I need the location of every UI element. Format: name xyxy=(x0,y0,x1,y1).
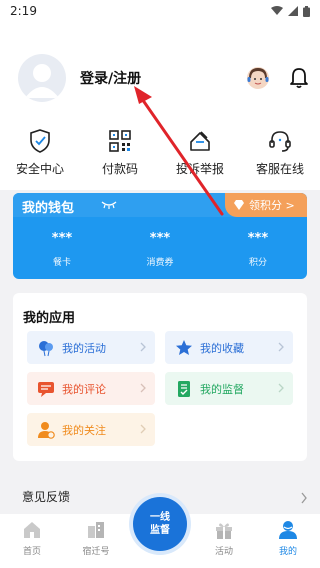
center-button-line1: 一线 xyxy=(150,512,170,523)
wallet-title: 我的钱包 xyxy=(22,201,75,216)
app-label: 我的活动 xyxy=(62,341,106,355)
wallet-coupons[interactable]: *** 消费券 xyxy=(111,223,209,268)
wallet-points[interactable]: *** 积分 xyxy=(209,223,307,268)
wallet-label: 积分 xyxy=(248,258,267,268)
nav-label: 宿迁号 xyxy=(82,547,110,557)
chevron-right-icon xyxy=(140,424,146,434)
chevron-right-icon xyxy=(140,383,146,393)
feedback-label: 意见反馈 xyxy=(22,490,71,504)
wallet-card[interactable]: 我的钱包 领积分 > *** 餐卡 *** 消费券 *** 积分 xyxy=(13,193,307,279)
bell-icon[interactable] xyxy=(289,67,309,89)
center-button-line2: 监督 xyxy=(150,525,170,536)
app-my-activities[interactable]: 我的活动 xyxy=(27,331,155,364)
shield-check-icon xyxy=(30,129,50,153)
chevron-right-icon xyxy=(278,383,284,393)
quick-actions-row: 安全中心 付款码 投诉举报 客服在线 xyxy=(0,126,320,186)
apps-title: 我的应用 xyxy=(23,311,76,326)
complaint-icon xyxy=(190,131,210,151)
app-my-comments[interactable]: 我的评论 xyxy=(27,372,155,405)
nav-suqian[interactable]: 宿迁号 xyxy=(64,514,128,568)
diamond-icon xyxy=(234,200,244,210)
user-follow-icon xyxy=(38,421,55,439)
quick-action-customer-service[interactable]: 客服在线 xyxy=(240,126,320,186)
app-label: 我的收藏 xyxy=(200,341,244,355)
eye-closed-icon[interactable] xyxy=(101,200,117,210)
nav-label: 活动 xyxy=(214,547,233,557)
nav-home[interactable]: 首页 xyxy=(0,514,64,568)
app-my-favorites[interactable]: 我的收藏 xyxy=(165,331,293,364)
quick-action-label: 客服在线 xyxy=(255,162,304,176)
headset-icon xyxy=(269,131,291,152)
app-my-supervision[interactable]: 我的监督 xyxy=(165,372,293,405)
wallet-values: *** 餐卡 *** 消费券 *** 积分 xyxy=(13,223,307,268)
app-label: 我的评论 xyxy=(62,382,106,396)
city-icon xyxy=(88,522,104,538)
wallet-label: 消费券 xyxy=(146,258,174,268)
chevron-right-icon xyxy=(278,342,284,352)
chevron-right-icon xyxy=(140,342,146,352)
status-time: 2:19 xyxy=(10,4,37,18)
avatar[interactable] xyxy=(18,54,66,102)
nav-activities[interactable]: 活动 xyxy=(192,514,256,568)
app-my-following[interactable]: 我的关注 xyxy=(27,413,155,446)
balloon-icon xyxy=(39,340,53,356)
gift-icon xyxy=(216,523,232,539)
frontline-supervision-button[interactable]: 一线 监督 xyxy=(133,497,187,551)
profile-header: 登录/注册 安全中心 付款码 投诉举报 客服在线 xyxy=(0,22,320,190)
customer-service-avatar-icon[interactable] xyxy=(246,66,270,90)
home-icon xyxy=(24,522,40,538)
my-apps-card: 我的应用 我的活动 我的收藏 我的评论 我的监督 我的关注 xyxy=(13,293,307,461)
status-bar: 2:19 xyxy=(0,0,320,22)
claim-points-label: 领积分 > xyxy=(249,199,295,212)
quick-action-payment-code[interactable]: 付款码 xyxy=(80,126,160,186)
quick-action-label: 付款码 xyxy=(101,162,138,176)
quick-action-complaint-report[interactable]: 投诉举报 xyxy=(160,126,240,186)
status-icons xyxy=(271,5,310,17)
quick-action-security-center[interactable]: 安全中心 xyxy=(0,126,80,186)
signal-icon xyxy=(288,6,298,16)
wallet-value: *** xyxy=(51,231,73,246)
app-label: 我的监督 xyxy=(200,382,244,396)
star-icon xyxy=(176,339,192,355)
nav-mine[interactable]: 我的 xyxy=(256,514,320,568)
document-check-icon xyxy=(178,380,190,397)
wallet-value: *** xyxy=(149,231,171,246)
wallet-meal-card[interactable]: *** 餐卡 xyxy=(13,223,111,268)
nav-label: 首页 xyxy=(22,547,41,557)
wallet-label: 餐卡 xyxy=(52,258,71,268)
claim-points-button[interactable]: 领积分 > xyxy=(225,193,307,217)
wallet-value: *** xyxy=(247,231,269,246)
app-label: 我的关注 xyxy=(62,423,106,437)
comment-icon xyxy=(38,381,54,397)
chevron-right-icon xyxy=(301,492,307,504)
qr-code-icon xyxy=(109,130,131,152)
default-avatar-icon xyxy=(25,64,59,98)
battery-icon xyxy=(303,5,310,17)
login-register-link[interactable]: 登录/注册 xyxy=(80,68,141,88)
quick-action-label: 安全中心 xyxy=(15,162,64,176)
quick-action-label: 投诉举报 xyxy=(175,162,224,176)
nav-label: 我的 xyxy=(278,547,297,557)
profile-icon xyxy=(279,521,297,539)
wifi-icon xyxy=(271,6,283,15)
